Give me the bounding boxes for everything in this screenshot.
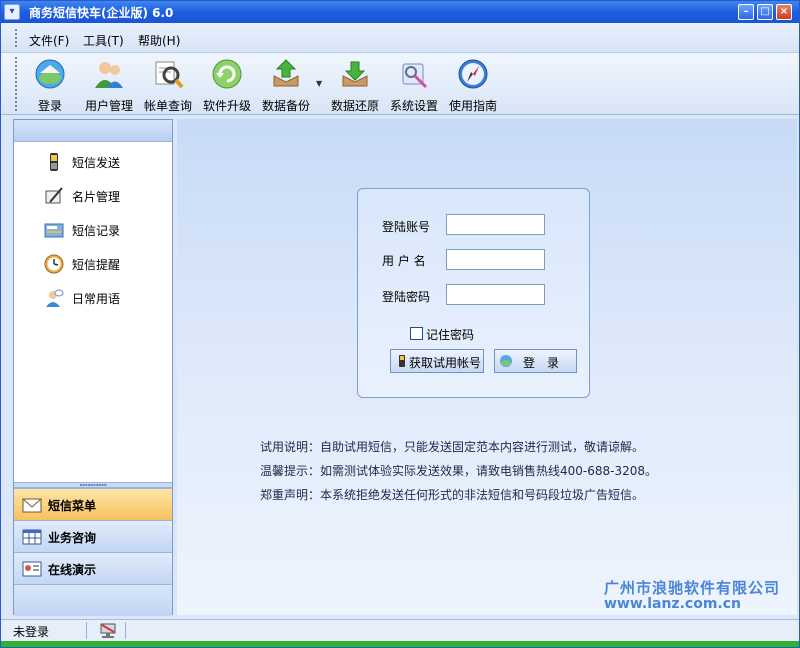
status-divider xyxy=(86,622,87,639)
toolbar-guide-label: 使用指南 xyxy=(448,99,497,113)
login-button-label: 登 录 xyxy=(523,356,560,370)
get-trial-account-button[interactable]: 获取试用帐号 xyxy=(390,349,484,373)
toolbar-backup-button[interactable]: 数据备份 xyxy=(261,58,311,114)
upgrade-icon xyxy=(211,58,243,90)
toolbar-users-label: 用户管理 xyxy=(84,99,133,113)
notice-tip: 温馨提示：如需测试体验实际发送效果，请致电销售热线400-688-3208。 xyxy=(260,464,658,478)
business-card-icon xyxy=(44,186,64,206)
toolbar-guide-button[interactable]: 使用指南 xyxy=(448,58,498,114)
toolbar-grip xyxy=(15,57,18,111)
main-window: ▾ 商务短信快车(企业版) 6.0 – □ × 文件(F) 工具(T) 帮助(H… xyxy=(0,0,800,648)
menu-bar: 文件(F) 工具(T) 帮助(H) xyxy=(1,23,799,53)
sidebar-item-label: 日常用语 xyxy=(72,292,121,306)
toolbar-upgrade-button[interactable]: 软件升级 xyxy=(202,58,252,114)
menu-tools[interactable]: 工具(T) xyxy=(83,32,124,49)
backup-icon xyxy=(270,58,302,90)
password-label: 登陆密码 xyxy=(382,290,431,304)
maximize-button[interactable]: □ xyxy=(757,4,773,20)
company-watermark: 广州市浪驰软件有限公司 xyxy=(604,579,781,597)
settings-icon xyxy=(398,58,430,90)
login-icon xyxy=(34,58,66,90)
nav-online-demo[interactable]: 在线演示 xyxy=(14,552,172,584)
username-label: 用 户 名 xyxy=(382,254,426,268)
guide-icon xyxy=(457,58,489,90)
menu-file[interactable]: 文件(F) xyxy=(29,32,69,49)
users-icon xyxy=(93,58,125,90)
trial-button-label: 获取试用帐号 xyxy=(409,356,482,370)
close-button[interactable]: × xyxy=(776,4,792,20)
backup-dropdown-arrow-icon[interactable]: ▼ xyxy=(316,79,322,88)
status-divider xyxy=(125,622,126,639)
toolbar-settings-label: 系统设置 xyxy=(389,99,438,113)
sidebar: 短信发送 名片管理 短信记录 短信提醒 日常用语 ▪▪▪▪▪▪▪▪▪▪ 短信菜单… xyxy=(13,119,173,616)
menu-grip xyxy=(15,29,18,47)
account-label: 登陆账号 xyxy=(382,220,431,234)
restore-icon xyxy=(339,58,371,90)
mobile-phone-icon xyxy=(44,152,64,172)
envelope-icon xyxy=(22,496,42,514)
account-input[interactable] xyxy=(446,214,545,235)
url-watermark: www.lanz.com.cn xyxy=(604,596,741,612)
mobile-phone-icon xyxy=(395,354,409,368)
remember-password-checkbox[interactable] xyxy=(410,327,423,340)
title-bar[interactable]: ▾ 商务短信快车(企业版) 6.0 – □ × xyxy=(1,1,799,23)
nav-label: 业务咨询 xyxy=(48,531,97,545)
login-icon xyxy=(499,354,513,368)
minimize-button[interactable]: – xyxy=(738,4,754,20)
sidebar-item-label: 短信提醒 xyxy=(72,258,121,272)
toolbar: 登录 用户管理 帐单查询 软件升级 数据备份 数据还原 系统设置 使用指南 xyxy=(1,53,799,115)
window-title: 商务短信快车(企业版) 6.0 xyxy=(29,6,174,20)
system-menu-icon[interactable]: ▾ xyxy=(4,4,20,20)
toolbar-login-label: 登录 xyxy=(37,99,62,113)
nav-label: 在线演示 xyxy=(48,563,97,577)
sidebar-item-label: 短信发送 xyxy=(72,156,121,170)
sidebar-item-label: 短信记录 xyxy=(72,224,121,238)
toolbar-settings-button[interactable]: 系统设置 xyxy=(389,58,439,114)
clock-reminder-icon xyxy=(44,254,64,274)
phrases-icon xyxy=(44,288,64,308)
toolbar-billing-label: 帐单查询 xyxy=(143,99,192,113)
password-input[interactable] xyxy=(446,284,545,305)
nav-label: 短信菜单 xyxy=(48,499,97,513)
bottom-progress-strip xyxy=(1,641,799,647)
sms-record-icon xyxy=(44,220,64,240)
toolbar-login-button[interactable]: 登录 xyxy=(32,58,68,114)
toolbar-billing-button[interactable]: 帐单查询 xyxy=(143,58,193,114)
toolbar-upgrade-label: 软件升级 xyxy=(202,99,251,113)
remember-password-label[interactable]: 记住密码 xyxy=(426,326,474,343)
login-status-text: 未登录 xyxy=(13,625,50,639)
notice-statement: 郑重声明：本系统拒绝发送任何形式的非法短信和号码段垃圾广告短信。 xyxy=(260,488,645,502)
billing-search-icon xyxy=(152,58,184,90)
calendar-grid-icon xyxy=(22,528,42,546)
network-status-icon xyxy=(99,622,117,639)
nav-sms-menu[interactable]: 短信菜单 xyxy=(14,488,172,520)
login-button[interactable]: 登 录 xyxy=(494,349,577,373)
username-input[interactable] xyxy=(446,249,545,270)
toolbar-users-button[interactable]: 用户管理 xyxy=(84,58,134,114)
id-card-icon xyxy=(22,560,42,578)
toolbar-backup-label: 数据备份 xyxy=(261,99,310,113)
main-content: 登陆账号 用 户 名 登陆密码 记住密码 获取试用帐号 登 录 试用说明：自助试… xyxy=(177,119,797,615)
status-bar: 未登录 xyxy=(1,619,799,641)
sidebar-item-label: 名片管理 xyxy=(72,190,121,204)
nav-business-consult[interactable]: 业务咨询 xyxy=(14,520,172,552)
toolbar-restore-label: 数据还原 xyxy=(330,99,379,113)
menu-help[interactable]: 帮助(H) xyxy=(138,32,180,49)
notice-trial: 试用说明：自助试用短信，只能发送固定范本内容进行测试，敬请谅解。 xyxy=(260,440,645,454)
sidebar-header xyxy=(14,120,172,142)
login-panel: 登陆账号 用 户 名 登陆密码 记住密码 获取试用帐号 登 录 xyxy=(357,188,590,398)
nav-footer xyxy=(14,584,172,616)
toolbar-restore-button[interactable]: 数据还原 xyxy=(330,58,380,114)
